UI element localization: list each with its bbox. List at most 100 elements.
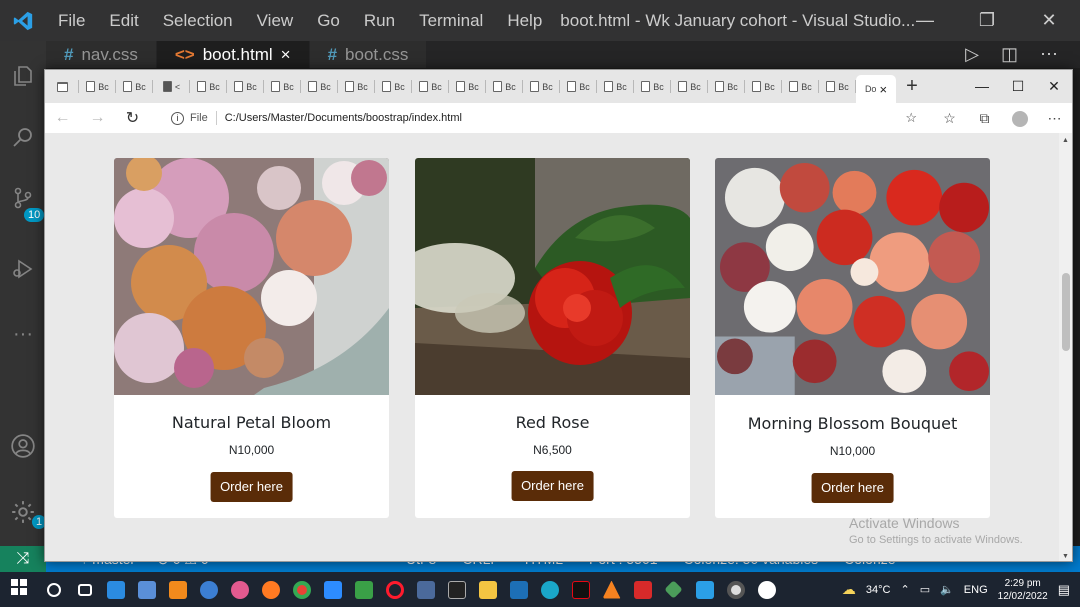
close-button[interactable]: ✕ — [1018, 0, 1080, 41]
info-icon[interactable]: i — [171, 111, 184, 125]
weather-icon[interactable]: ☁ — [842, 581, 856, 598]
browser-tab[interactable]: Bc — [634, 70, 671, 103]
tab-actions-icon[interactable] — [45, 70, 79, 103]
netflix-icon[interactable] — [565, 572, 596, 607]
vlc-icon[interactable] — [596, 572, 627, 607]
browser-tab[interactable]: Bc — [375, 70, 412, 103]
browser-tab[interactable]: Bc — [412, 70, 449, 103]
mail-icon[interactable] — [100, 572, 131, 607]
new-tab-button[interactable]: + — [896, 75, 928, 98]
terminal-icon[interactable] — [441, 572, 472, 607]
scroll-up-arrow-icon[interactable]: ▲ — [1062, 137, 1069, 144]
explorer-icon[interactable] — [0, 53, 46, 99]
hexagon-app-icon[interactable] — [348, 572, 379, 607]
browser-tab[interactable]: Bc — [597, 70, 634, 103]
browser-tab[interactable]: Bc — [745, 70, 782, 103]
camera-icon[interactable] — [720, 572, 751, 607]
scroll-thumb[interactable] — [1062, 273, 1070, 351]
menu-run[interactable]: Run — [352, 0, 407, 41]
tab-close-icon[interactable]: × — [879, 82, 887, 97]
browser-maximize-button[interactable]: ☐ — [1000, 70, 1036, 103]
restore-button[interactable]: ❐ — [956, 0, 1018, 41]
browser-tab[interactable]: < — [153, 70, 190, 103]
search-icon[interactable] — [0, 114, 46, 160]
menu-selection[interactable]: Selection — [151, 0, 245, 41]
accounts-icon[interactable] — [0, 423, 46, 469]
forward-arrow-icon[interactable]: → — [80, 109, 115, 127]
tab-boot-html[interactable]: <> boot.html × — [156, 41, 310, 68]
zoom-icon[interactable] — [317, 572, 348, 607]
remote-indicator-icon[interactable]: ⤨ — [0, 546, 46, 572]
red-app-icon[interactable] — [627, 572, 658, 607]
more-actions-icon[interactable]: ⋯ — [1040, 41, 1058, 68]
order-button[interactable]: Order here — [511, 471, 594, 501]
network-icon[interactable]: ▭ — [920, 583, 930, 596]
settings-more-icon[interactable]: ⋯ — [1037, 110, 1072, 127]
itunes-icon[interactable] — [751, 572, 782, 607]
url-text[interactable]: C:/Users/Master/Documents/boostrap/index… — [225, 112, 462, 124]
browser-close-button[interactable]: ✕ — [1036, 70, 1072, 103]
split-editor-icon[interactable]: ◫ — [1001, 41, 1018, 68]
browser-icon[interactable] — [224, 572, 255, 607]
calculator-icon[interactable] — [410, 572, 441, 607]
language-indicator[interactable]: ENG — [964, 584, 988, 596]
browser-tab[interactable]: Bc — [301, 70, 338, 103]
menu-go[interactable]: Go — [305, 0, 352, 41]
browser-tab[interactable]: Bc — [486, 70, 523, 103]
task-view-icon[interactable] — [69, 572, 100, 607]
browser-tab[interactable]: Bc — [819, 70, 856, 103]
tab-close-icon[interactable]: × — [281, 45, 291, 65]
refresh-icon[interactable]: ↻ — [115, 108, 150, 128]
vscode-taskbar-icon[interactable] — [689, 572, 720, 607]
media-player-icon[interactable] — [503, 572, 534, 607]
browser-tab[interactable]: Bc — [523, 70, 560, 103]
browser-tab[interactable]: Bc — [708, 70, 745, 103]
notifications-icon[interactable]: ▤ — [1058, 582, 1070, 598]
menu-terminal[interactable]: Terminal — [407, 0, 495, 41]
file-explorer-icon[interactable] — [472, 572, 503, 607]
favorites-icon[interactable]: ☆ — [932, 110, 967, 127]
browser-tab[interactable]: Bc — [190, 70, 227, 103]
clock[interactable]: 2:29 pm 12/02/2022 — [998, 577, 1048, 603]
run-debug-icon[interactable] — [0, 246, 46, 292]
page-scrollbar[interactable]: ▲ ▼ — [1059, 133, 1072, 561]
globe-icon[interactable] — [193, 572, 224, 607]
browser-tab[interactable]: Bc — [560, 70, 597, 103]
browser-minimize-button[interactable]: — — [964, 70, 1000, 103]
browser-tab[interactable]: Bc — [782, 70, 819, 103]
browser-tab-active[interactable]: Do × — [856, 75, 896, 103]
address-bar[interactable]: i File C:/Users/Master/Documents/boostra… — [160, 104, 925, 132]
run-icon[interactable]: ▷ — [965, 41, 979, 68]
menu-view[interactable]: View — [245, 0, 306, 41]
minimize-button[interactable]: — — [894, 0, 956, 41]
menu-edit[interactable]: Edit — [97, 0, 150, 41]
git-icon[interactable] — [658, 572, 689, 607]
browser-tab[interactable]: Bc — [671, 70, 708, 103]
back-arrow-icon[interactable]: ← — [45, 109, 80, 127]
add-favorite-icon[interactable]: ☆ — [905, 110, 917, 126]
tab-nav-css[interactable]: # nav.css — [46, 41, 157, 68]
menu-file[interactable]: File — [46, 0, 97, 41]
chrome-icon[interactable] — [286, 572, 317, 607]
notes-icon[interactable] — [131, 572, 162, 607]
order-button[interactable]: Order here — [210, 472, 293, 502]
browser-tab[interactable]: Bc — [338, 70, 375, 103]
profile-avatar[interactable] — [1002, 109, 1037, 127]
firefox-icon[interactable] — [255, 572, 286, 607]
scroll-down-arrow-icon[interactable]: ▼ — [1062, 553, 1069, 560]
menu-help[interactable]: Help — [495, 0, 554, 41]
order-button[interactable]: Order here — [811, 473, 894, 503]
tray-chevron-icon[interactable]: ⌃ — [900, 583, 909, 596]
collections-icon[interactable]: ⧉ — [967, 110, 1002, 127]
edge-icon[interactable] — [534, 572, 565, 607]
search-circle-icon[interactable] — [38, 572, 69, 607]
browser-tab[interactable]: Bc — [79, 70, 116, 103]
windows-start-icon[interactable] — [0, 579, 38, 600]
browser-tab[interactable]: Bc — [264, 70, 301, 103]
opera-icon[interactable] — [379, 572, 410, 607]
browser-tab[interactable]: Bc — [116, 70, 153, 103]
tab-boot-css[interactable]: # boot.css — [309, 41, 428, 68]
sublime-icon[interactable] — [162, 572, 193, 607]
browser-tab[interactable]: Bc — [449, 70, 486, 103]
browser-tab[interactable]: Bc — [227, 70, 264, 103]
